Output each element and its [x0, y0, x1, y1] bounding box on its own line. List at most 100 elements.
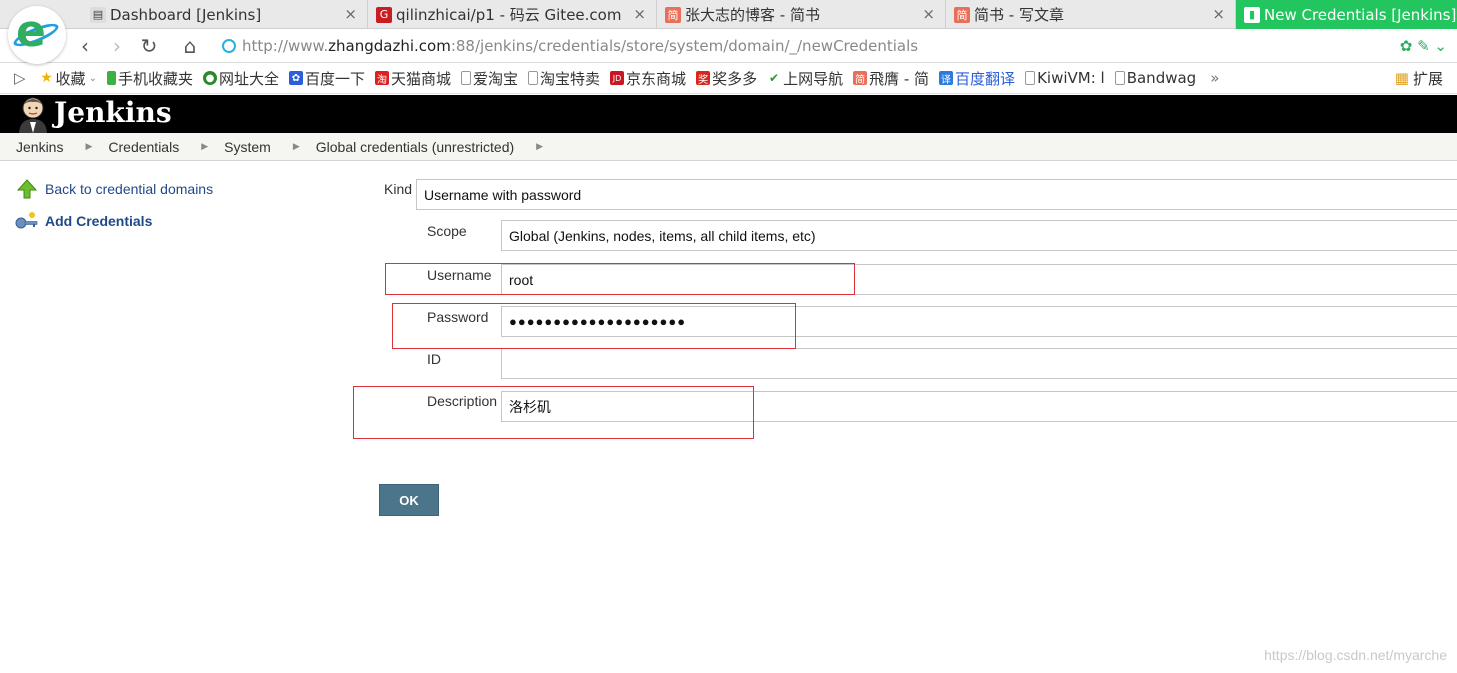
tab-title: Dashboard [Jenkins]	[110, 5, 262, 24]
address-bar: ‹ › ↻ ⌂ http://www. zhangdazhi.com:88/jen…	[0, 29, 1457, 63]
bookmark-daohang[interactable]: ✔ 上网导航	[767, 68, 843, 89]
bookmark-mobile[interactable]: 手机收藏夹	[106, 68, 193, 89]
tab-new-credentials[interactable]: ▮ New Credentials [Jenkins]	[1236, 0, 1457, 29]
bookmark-jiangduoduo[interactable]: 奖奖多多	[696, 68, 757, 89]
extension-icons[interactable]: ✿ ✎ ⌄	[1400, 37, 1447, 55]
ok-button[interactable]: OK	[379, 484, 439, 516]
url-field[interactable]: http://www. zhangdazhi.com:88/jenkins/cre…	[222, 36, 918, 56]
site-info-icon[interactable]	[222, 39, 236, 53]
page-icon	[1025, 71, 1036, 85]
jianshu-icon: 简	[665, 6, 681, 23]
tab-title: 张大志的博客 - 简书	[685, 6, 820, 24]
url-prefix: http://www.	[242, 37, 329, 55]
bookmark-aitaobao[interactable]: 爱淘宝	[461, 68, 518, 89]
breadcrumb-label[interactable]: Global credentials (unrestricted)	[316, 139, 514, 155]
jd-icon: JD	[610, 71, 625, 85]
extensions-label: 扩展	[1412, 69, 1443, 88]
url-path: :88/jenkins/credentials/store/system/dom…	[450, 37, 919, 55]
gitee-icon: G	[376, 6, 392, 23]
sidebar-item-label[interactable]: Add Credentials	[45, 213, 152, 229]
description-input[interactable]: 洛杉矶	[501, 391, 1457, 422]
bookmark-label: 网址大全	[218, 69, 279, 88]
username-label: Username	[427, 267, 492, 283]
sidebar-toggle-icon[interactable]: ▷	[14, 69, 26, 87]
bookmark-label: 百度一下	[304, 69, 365, 88]
page-icon: ▮	[1244, 6, 1260, 23]
back-icon[interactable]: ‹	[73, 34, 97, 58]
home-icon[interactable]: ⌂	[178, 34, 202, 58]
extensions-menu[interactable]: ▦ 扩展	[1395, 68, 1443, 89]
page-icon	[1114, 71, 1125, 85]
tab-dashboard-jenkins[interactable]: ▤ Dashboard [Jenkins] ×	[82, 0, 368, 29]
bookmark-hao[interactable]: ● 网址大全	[202, 68, 279, 89]
tab-gitee[interactable]: G qilinzhicai/p1 - 码云 Gitee.com ×	[368, 0, 657, 29]
breadcrumb: Jenkins ▶ Credentials ▶ System ▶ Global …	[0, 133, 1457, 161]
bookmark-label: KiwiVM: l	[1037, 69, 1105, 87]
bookmark-jianshu[interactable]: 简飛膺 - 简	[853, 68, 929, 89]
page-icon	[528, 71, 539, 85]
kind-select[interactable]: Username with password	[416, 179, 1457, 210]
breadcrumb-label[interactable]: System	[224, 139, 271, 155]
bookmark-label: 淘宝特卖	[540, 69, 601, 88]
sidebar-item-back[interactable]: Back to credential domains	[15, 178, 213, 200]
id-label: ID	[427, 351, 441, 367]
breadcrumb-arrow-icon[interactable]: ▶	[536, 141, 543, 152]
id-input[interactable]	[501, 348, 1457, 379]
username-input[interactable]: root	[501, 264, 1457, 295]
bookmark-jd[interactable]: JD 京东商城	[610, 68, 686, 89]
sidebar-item-add-credentials[interactable]: Add Credentials	[15, 210, 213, 232]
breadcrumb-item-global[interactable]: Global credentials (unrestricted) ▶	[316, 139, 559, 155]
phone-icon	[106, 71, 116, 85]
tab-close-icon[interactable]: ×	[922, 5, 935, 23]
scope-select[interactable]: Global (Jenkins, nodes, items, all child…	[501, 220, 1457, 251]
bookmark-kiwivm[interactable]: KiwiVM: l	[1025, 69, 1105, 87]
hao-icon: ✔	[769, 71, 780, 85]
tab-jianshu-write[interactable]: 简 简书 - 写文章 ×	[946, 0, 1236, 29]
reload-icon[interactable]: ↻	[137, 34, 161, 58]
jenkins-butler-icon[interactable]	[16, 95, 50, 133]
bookmark-label: 飛膺 - 简	[869, 69, 930, 88]
bookmark-label: 手机收藏夹	[117, 69, 193, 88]
scope-label: Scope	[427, 223, 467, 239]
jiang-icon: 奖	[696, 71, 711, 86]
breadcrumb-item-credentials[interactable]: Credentials ▶	[108, 139, 224, 155]
tab-close-icon[interactable]: ×	[344, 5, 357, 23]
breadcrumb-label[interactable]: Credentials	[108, 139, 179, 155]
bookmark-favorites[interactable]: ★ 收藏 ⌄	[40, 68, 97, 89]
sidebar-item-label[interactable]: Back to credential domains	[45, 181, 213, 197]
baidu-icon: ✿	[288, 71, 303, 85]
extensions-grid-icon: ▦	[1394, 69, 1409, 87]
bookmark-bandwag[interactable]: Bandwag	[1114, 69, 1197, 87]
browser-logo-icon[interactable]: e	[8, 6, 66, 64]
breadcrumb-label[interactable]: Jenkins	[16, 139, 63, 155]
bookmark-tmall[interactable]: 淘天猫商城	[375, 68, 451, 89]
bookmark-label: Bandwag	[1126, 69, 1197, 87]
breadcrumb-arrow-icon[interactable]: ▶	[293, 141, 300, 152]
breadcrumb-item-system[interactable]: System ▶	[224, 139, 316, 155]
jenkins-brand[interactable]: Jenkins	[54, 95, 172, 131]
tab-close-icon[interactable]: ×	[633, 5, 646, 23]
bookmarks-bar: ▷ ★ 收藏 ⌄ 手机收藏夹 ● 网址大全 ✿ 百度一下 淘天猫商城 爱淘宝 淘宝特卖 …	[0, 63, 1457, 94]
jian-icon: 简	[853, 71, 868, 86]
bookmark-baidu[interactable]: ✿ 百度一下	[288, 68, 365, 89]
browser-tab-strip: ▤ Dashboard [Jenkins] × G qilinzhicai/p1…	[0, 0, 1457, 29]
breadcrumb-arrow-icon[interactable]: ▶	[85, 141, 92, 152]
bookmark-taobao-sale[interactable]: 淘宝特卖	[528, 68, 600, 89]
bookmarks-more-icon[interactable]: »	[1210, 69, 1219, 87]
bookmark-label: 京东商城	[626, 69, 687, 88]
breadcrumb-item-jenkins[interactable]: Jenkins ▶	[16, 139, 108, 155]
bookmark-label: 天猫商城	[391, 69, 452, 88]
jenkins-favicon-icon: ▤	[90, 6, 106, 23]
password-input[interactable]: ●●●●●●●●●●●●●●●●●●●●	[501, 306, 1457, 337]
password-label: Password	[427, 309, 489, 325]
tab-close-icon[interactable]: ×	[1212, 5, 1225, 23]
breadcrumb-arrow-icon[interactable]: ▶	[201, 141, 208, 152]
bookmark-baidu-translate[interactable]: 译百度翻译	[939, 68, 1015, 89]
star-icon: ★	[40, 70, 53, 86]
bookmark-label: 百度翻译	[955, 69, 1016, 88]
tab-title: 简书 - 写文章	[974, 6, 1064, 24]
jenkins-header: Jenkins	[0, 95, 1457, 133]
watermark: https://blog.csdn.net/myarche	[1264, 647, 1447, 663]
forward-icon[interactable]: ›	[105, 34, 129, 58]
tab-jianshu-blog[interactable]: 简 张大志的博客 - 简书 ×	[657, 0, 946, 29]
